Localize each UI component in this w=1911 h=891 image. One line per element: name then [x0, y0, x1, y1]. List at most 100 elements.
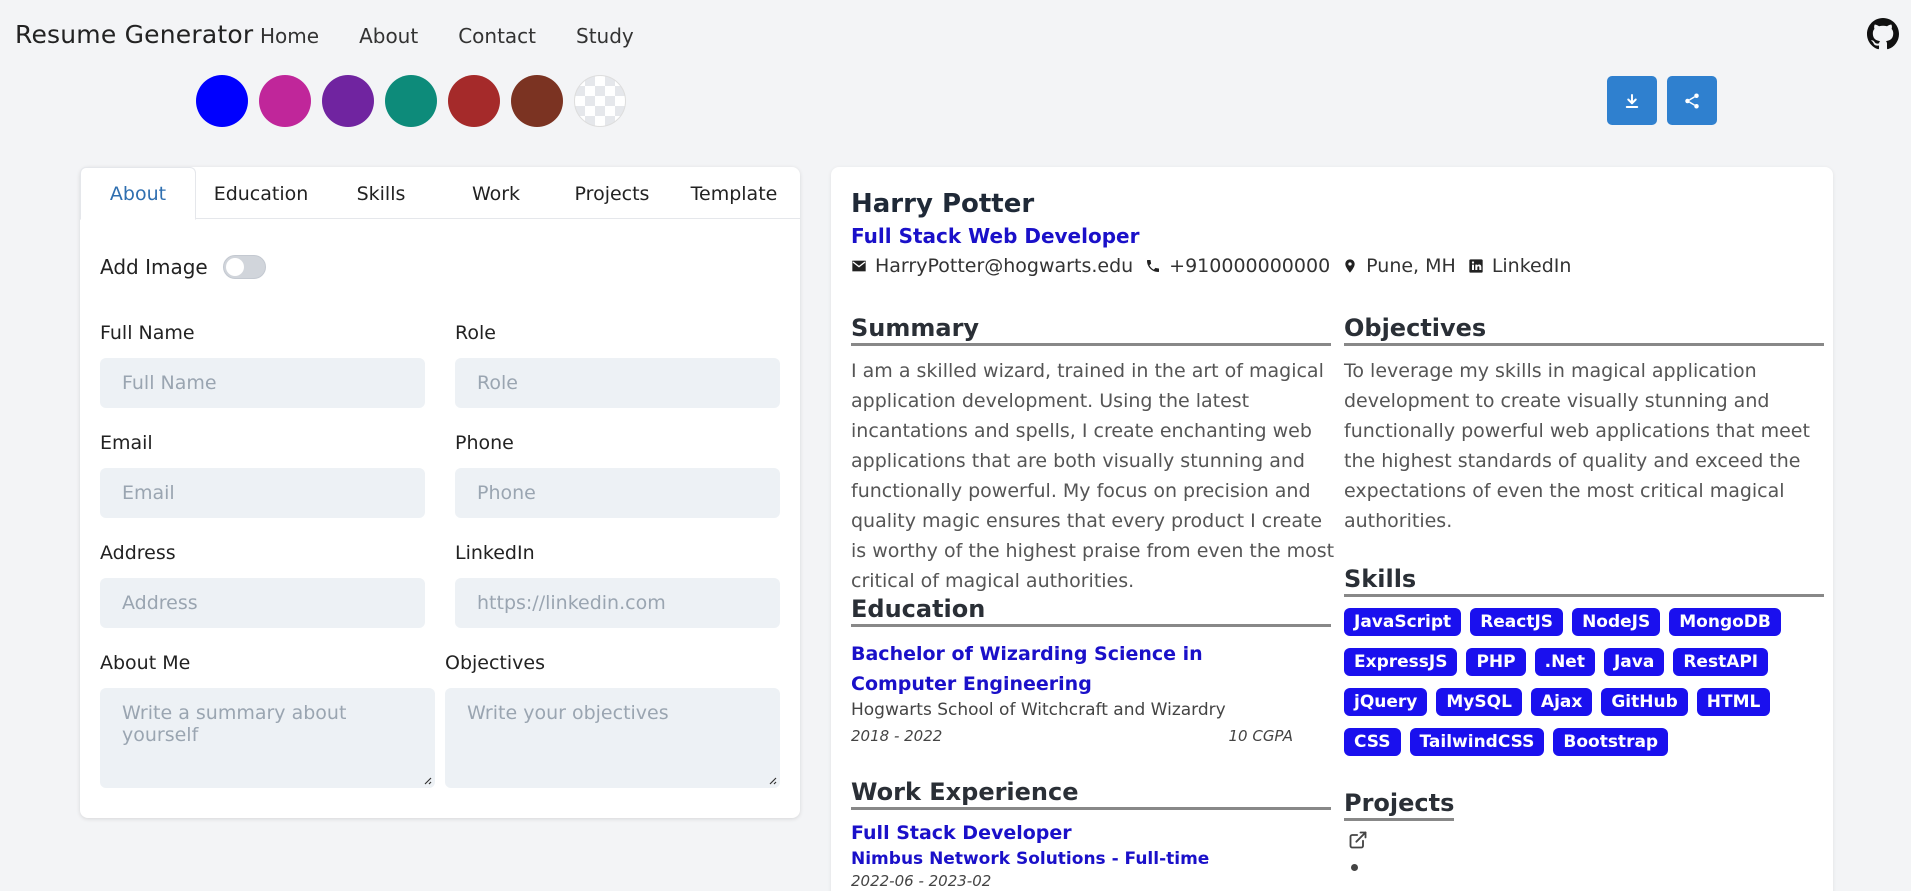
theme-color-picker: [196, 75, 626, 127]
work-position: Full Stack Developer: [851, 822, 1072, 844]
nav-link-home[interactable]: Home: [260, 24, 319, 48]
navbar: Resume Generator Home About Contact Stud…: [0, 0, 1911, 72]
skill-badge: JavaScript: [1344, 608, 1462, 636]
objectives-label: Objectives: [445, 652, 545, 674]
objectives-textarea[interactable]: Write your objectives: [445, 688, 780, 788]
phone-icon: [1147, 260, 1160, 272]
full-name-label: Full Name: [100, 322, 195, 344]
nav-link-about[interactable]: About: [359, 24, 418, 48]
skill-badge: RestAPI: [1673, 648, 1769, 676]
skill-badge: Java: [1603, 648, 1665, 676]
role-label: Role: [455, 322, 496, 344]
about-me-label: About Me: [100, 652, 191, 674]
skill-badge: TailwindCSS: [1409, 728, 1545, 756]
education-school: Hogwarts School of Witchcraft and Wizard…: [851, 700, 1226, 720]
color-swatch-teal[interactable]: [385, 75, 437, 127]
skills-list: JavaScript ReactJS NodeJS MongoDB Expres…: [1344, 608, 1824, 756]
skill-badge: ExpressJS: [1344, 648, 1458, 676]
color-swatch-purple[interactable]: [322, 75, 374, 127]
color-swatch-pink[interactable]: [259, 75, 311, 127]
tab-template[interactable]: Template: [668, 167, 800, 220]
objectives-placeholder: Write your objectives: [467, 702, 669, 724]
skill-badge: Ajax: [1530, 688, 1593, 716]
education-grade: 10 CGPA: [1228, 727, 1293, 745]
color-swatch-red[interactable]: [448, 75, 500, 127]
full-name-input[interactable]: Full Name: [100, 358, 425, 408]
brand-title[interactable]: Resume Generator: [15, 20, 253, 49]
phone-label: Phone: [455, 432, 514, 454]
work-heading: Work Experience: [851, 778, 1331, 810]
share-button[interactable]: [1667, 76, 1717, 125]
resize-grip-icon[interactable]: [767, 775, 777, 785]
form-panel: About Education Skills Work Projects Tem…: [80, 167, 800, 818]
linkedin-icon: [1469, 259, 1483, 273]
tab-work[interactable]: Work: [436, 167, 556, 220]
tab-projects[interactable]: Projects: [556, 167, 668, 220]
resize-grip-icon[interactable]: [422, 775, 432, 785]
linkedin-input[interactable]: https://linkedin.com: [455, 578, 780, 628]
education-heading: Education: [851, 595, 1331, 627]
mail-icon: [852, 260, 866, 272]
contact-row: HarryPotter@hogwarts.edu +910000000000 P…: [851, 255, 1583, 277]
email-label: Email: [100, 432, 153, 454]
skill-badge: GitHub: [1601, 688, 1688, 716]
skill-badge: MySQL: [1436, 688, 1522, 716]
location-pin-icon: [1345, 259, 1355, 273]
projects-heading: Projects: [1344, 789, 1455, 821]
skills-heading: Skills: [1344, 565, 1824, 597]
contact-email[interactable]: HarryPotter@hogwarts.edu: [851, 255, 1133, 277]
skill-badge: CSS: [1344, 728, 1401, 756]
skill-badge: ReactJS: [1470, 608, 1564, 636]
resume-preview: Harry Potter Full Stack Web Developer Ha…: [831, 167, 1833, 891]
role-input[interactable]: Role: [455, 358, 780, 408]
skill-badge: NodeJS: [1572, 608, 1661, 636]
work-company: Nimbus Network Solutions - Full-time: [851, 849, 1210, 869]
color-swatch-brown[interactable]: [511, 75, 563, 127]
email-input[interactable]: Email: [100, 468, 425, 518]
about-me-placeholder: Write a summary about yourself: [122, 702, 347, 746]
education-degree: Bachelor of Wizarding Science in Compute…: [851, 643, 1203, 695]
contact-location-text: Pune, MH: [1366, 255, 1456, 277]
project-bullet: [1351, 864, 1358, 871]
nav-links: Home About Contact Study: [260, 24, 634, 48]
objectives-text: To leverage my skills in magical applica…: [1344, 360, 1810, 532]
resume-role: Full Stack Web Developer: [851, 224, 1140, 248]
add-image-label: Add Image: [100, 255, 208, 279]
address-label: Address: [100, 542, 176, 564]
contact-email-text: HarryPotter@hogwarts.edu: [875, 255, 1134, 277]
download-button[interactable]: [1607, 76, 1657, 125]
add-image-row: Add Image: [100, 255, 266, 279]
color-swatch-blue[interactable]: [196, 75, 248, 127]
contact-phone-text: +910000000000: [1169, 255, 1331, 277]
contact-location: Pune, MH: [1342, 255, 1456, 277]
nav-link-contact[interactable]: Contact: [458, 24, 536, 48]
contact-phone[interactable]: +910000000000: [1145, 255, 1330, 277]
tab-about[interactable]: About: [80, 167, 196, 220]
nav-link-study[interactable]: Study: [576, 24, 634, 48]
tab-skills[interactable]: Skills: [326, 167, 436, 220]
address-input[interactable]: Address: [100, 578, 425, 628]
github-icon[interactable]: [1867, 18, 1899, 50]
phone-input[interactable]: Phone: [455, 468, 780, 518]
contact-linkedin[interactable]: LinkedIn: [1468, 255, 1572, 277]
objectives-heading: Objectives: [1344, 314, 1824, 346]
share-icon: [1685, 93, 1699, 108]
skill-badge: Bootstrap: [1553, 728, 1669, 756]
external-link-icon[interactable]: [1348, 830, 1368, 850]
summary-heading: Summary: [851, 314, 1331, 346]
tab-education[interactable]: Education: [196, 167, 326, 220]
resume-name: Harry Potter: [851, 189, 1035, 219]
education-years: 2018 - 2022: [851, 727, 943, 745]
summary-text: I am a skilled wizard, trained in the ar…: [851, 360, 1335, 592]
skill-badge: PHP: [1466, 648, 1526, 676]
skill-badge: jQuery: [1344, 688, 1428, 716]
form-tabs: About Education Skills Work Projects Tem…: [80, 167, 800, 220]
download-icon: [1625, 93, 1639, 108]
about-me-textarea[interactable]: Write a summary about yourself: [100, 688, 435, 788]
work-dates: 2022-06 - 2023-02: [851, 872, 992, 890]
skill-badge: HTML: [1696, 688, 1771, 716]
contact-linkedin-text: LinkedIn: [1491, 255, 1572, 277]
color-swatch-transparent[interactable]: [574, 75, 626, 127]
add-image-toggle[interactable]: [222, 255, 266, 279]
skill-badge: .Net: [1534, 648, 1595, 676]
